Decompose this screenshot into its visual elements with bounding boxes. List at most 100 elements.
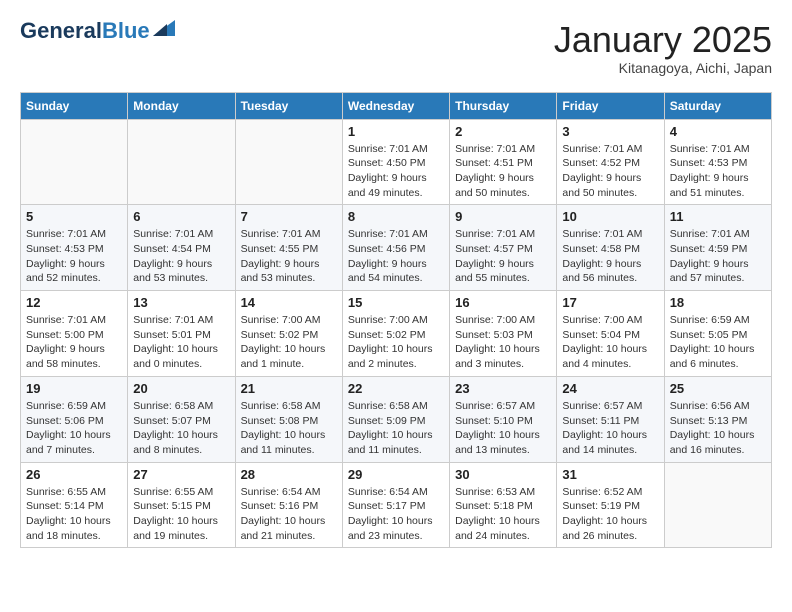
calendar-cell	[235, 119, 342, 205]
day-info: Sunrise: 7:01 AM Sunset: 5:00 PM Dayligh…	[26, 313, 122, 372]
calendar-cell: 10 Sunrise: 7:01 AM Sunset: 4:58 PM Dayli…	[557, 205, 664, 291]
day-info: Sunrise: 6:58 AM Sunset: 5:09 PM Dayligh…	[348, 399, 444, 458]
day-info: Sunrise: 7:01 AM Sunset: 4:56 PM Dayligh…	[348, 227, 444, 286]
calendar-header-row: SundayMondayTuesdayWednesdayThursdayFrid…	[21, 92, 772, 119]
day-number: 10	[562, 209, 658, 224]
day-number: 19	[26, 381, 122, 396]
day-info: Sunrise: 7:01 AM Sunset: 4:52 PM Dayligh…	[562, 142, 658, 201]
calendar-cell: 4 Sunrise: 7:01 AM Sunset: 4:53 PM Daylig…	[664, 119, 771, 205]
day-info: Sunrise: 7:00 AM Sunset: 5:04 PM Dayligh…	[562, 313, 658, 372]
day-info: Sunrise: 6:58 AM Sunset: 5:07 PM Dayligh…	[133, 399, 229, 458]
day-number: 8	[348, 209, 444, 224]
calendar-cell: 20 Sunrise: 6:58 AM Sunset: 5:07 PM Dayli…	[128, 376, 235, 462]
calendar-cell: 13 Sunrise: 7:01 AM Sunset: 5:01 PM Dayli…	[128, 291, 235, 377]
page-header: GeneralBlue January 2025 Kitanagoya, Aic…	[20, 20, 772, 76]
calendar-cell: 6 Sunrise: 7:01 AM Sunset: 4:54 PM Daylig…	[128, 205, 235, 291]
day-number: 3	[562, 124, 658, 139]
logo: GeneralBlue	[20, 20, 175, 42]
location-subtitle: Kitanagoya, Aichi, Japan	[554, 60, 772, 76]
calendar-cell: 21 Sunrise: 6:58 AM Sunset: 5:08 PM Dayli…	[235, 376, 342, 462]
day-number: 24	[562, 381, 658, 396]
day-info: Sunrise: 6:54 AM Sunset: 5:16 PM Dayligh…	[241, 485, 337, 544]
day-number: 22	[348, 381, 444, 396]
day-info: Sunrise: 7:01 AM Sunset: 5:01 PM Dayligh…	[133, 313, 229, 372]
day-number: 4	[670, 124, 766, 139]
day-info: Sunrise: 6:59 AM Sunset: 5:06 PM Dayligh…	[26, 399, 122, 458]
week-row-5: 26 Sunrise: 6:55 AM Sunset: 5:14 PM Dayli…	[21, 462, 772, 548]
day-info: Sunrise: 6:53 AM Sunset: 5:18 PM Dayligh…	[455, 485, 551, 544]
calendar-table: SundayMondayTuesdayWednesdayThursdayFrid…	[20, 92, 772, 549]
calendar-cell: 12 Sunrise: 7:01 AM Sunset: 5:00 PM Dayli…	[21, 291, 128, 377]
day-info: Sunrise: 7:00 AM Sunset: 5:02 PM Dayligh…	[348, 313, 444, 372]
calendar-cell: 2Sunrise: 7:01 AM Sunset: 4:51 PM Daylig…	[450, 119, 557, 205]
day-info: Sunrise: 7:00 AM Sunset: 5:03 PM Dayligh…	[455, 313, 551, 372]
day-number: 28	[241, 467, 337, 482]
day-number: 25	[670, 381, 766, 396]
day-info: Sunrise: 7:01 AM Sunset: 4:53 PM Dayligh…	[670, 142, 766, 201]
day-number: 26	[26, 467, 122, 482]
day-number: 18	[670, 295, 766, 310]
calendar-cell: 26 Sunrise: 6:55 AM Sunset: 5:14 PM Dayli…	[21, 462, 128, 548]
day-number: 7	[241, 209, 337, 224]
calendar-cell: 15Sunrise: 7:00 AM Sunset: 5:02 PM Dayli…	[342, 291, 449, 377]
calendar-cell: 5 Sunrise: 7:01 AM Sunset: 4:53 PM Daylig…	[21, 205, 128, 291]
day-number: 13	[133, 295, 229, 310]
day-number: 5	[26, 209, 122, 224]
day-number: 21	[241, 381, 337, 396]
day-number: 31	[562, 467, 658, 482]
day-number: 29	[348, 467, 444, 482]
header-tuesday: Tuesday	[235, 92, 342, 119]
calendar-cell: 11 Sunrise: 7:01 AM Sunset: 4:59 PM Dayli…	[664, 205, 771, 291]
calendar-cell	[128, 119, 235, 205]
calendar-cell	[21, 119, 128, 205]
day-number: 30	[455, 467, 551, 482]
calendar-cell: 7 Sunrise: 7:01 AM Sunset: 4:55 PM Daylig…	[235, 205, 342, 291]
day-info: Sunrise: 7:01 AM Sunset: 4:59 PM Dayligh…	[670, 227, 766, 286]
week-row-3: 12 Sunrise: 7:01 AM Sunset: 5:00 PM Dayli…	[21, 291, 772, 377]
logo-text: GeneralBlue	[20, 20, 150, 42]
header-saturday: Saturday	[664, 92, 771, 119]
calendar-cell: 19 Sunrise: 6:59 AM Sunset: 5:06 PM Dayli…	[21, 376, 128, 462]
day-info: Sunrise: 7:01 AM Sunset: 4:55 PM Dayligh…	[241, 227, 337, 286]
header-wednesday: Wednesday	[342, 92, 449, 119]
day-info: Sunrise: 7:00 AM Sunset: 5:02 PM Dayligh…	[241, 313, 337, 372]
header-sunday: Sunday	[21, 92, 128, 119]
calendar-cell	[664, 462, 771, 548]
header-monday: Monday	[128, 92, 235, 119]
calendar-cell: 16Sunrise: 7:00 AM Sunset: 5:03 PM Dayli…	[450, 291, 557, 377]
day-info: Sunrise: 6:57 AM Sunset: 5:10 PM Dayligh…	[455, 399, 551, 458]
calendar-cell: 24Sunrise: 6:57 AM Sunset: 5:11 PM Dayli…	[557, 376, 664, 462]
day-number: 11	[670, 209, 766, 224]
day-number: 2	[455, 124, 551, 139]
day-number: 17	[562, 295, 658, 310]
logo-icon	[153, 20, 175, 36]
calendar-cell: 1Sunrise: 7:01 AM Sunset: 4:50 PM Daylig…	[342, 119, 449, 205]
calendar-cell: 25 Sunrise: 6:56 AM Sunset: 5:13 PM Dayli…	[664, 376, 771, 462]
day-number: 12	[26, 295, 122, 310]
calendar-cell: 8 Sunrise: 7:01 AM Sunset: 4:56 PM Daylig…	[342, 205, 449, 291]
day-info: Sunrise: 7:01 AM Sunset: 4:58 PM Dayligh…	[562, 227, 658, 286]
header-thursday: Thursday	[450, 92, 557, 119]
day-info: Sunrise: 7:01 AM Sunset: 4:57 PM Dayligh…	[455, 227, 551, 286]
day-number: 23	[455, 381, 551, 396]
calendar-cell: 18Sunrise: 6:59 AM Sunset: 5:05 PM Dayli…	[664, 291, 771, 377]
day-info: Sunrise: 6:52 AM Sunset: 5:19 PM Dayligh…	[562, 485, 658, 544]
day-info: Sunrise: 6:56 AM Sunset: 5:13 PM Dayligh…	[670, 399, 766, 458]
calendar-cell: 28 Sunrise: 6:54 AM Sunset: 5:16 PM Dayli…	[235, 462, 342, 548]
calendar-cell: 23 Sunrise: 6:57 AM Sunset: 5:10 PM Dayli…	[450, 376, 557, 462]
calendar-cell: 27Sunrise: 6:55 AM Sunset: 5:15 PM Dayli…	[128, 462, 235, 548]
calendar-cell: 22 Sunrise: 6:58 AM Sunset: 5:09 PM Dayli…	[342, 376, 449, 462]
day-number: 6	[133, 209, 229, 224]
day-info: Sunrise: 7:01 AM Sunset: 4:54 PM Dayligh…	[133, 227, 229, 286]
calendar-cell: 17 Sunrise: 7:00 AM Sunset: 5:04 PM Dayli…	[557, 291, 664, 377]
day-info: Sunrise: 6:58 AM Sunset: 5:08 PM Dayligh…	[241, 399, 337, 458]
calendar-cell: 9Sunrise: 7:01 AM Sunset: 4:57 PM Daylig…	[450, 205, 557, 291]
calendar-cell: 29Sunrise: 6:54 AM Sunset: 5:17 PM Dayli…	[342, 462, 449, 548]
calendar-cell: 30 Sunrise: 6:53 AM Sunset: 5:18 PM Dayli…	[450, 462, 557, 548]
day-number: 20	[133, 381, 229, 396]
day-info: Sunrise: 7:01 AM Sunset: 4:53 PM Dayligh…	[26, 227, 122, 286]
calendar-cell: 31 Sunrise: 6:52 AM Sunset: 5:19 PM Dayli…	[557, 462, 664, 548]
day-info: Sunrise: 6:55 AM Sunset: 5:14 PM Dayligh…	[26, 485, 122, 544]
week-row-2: 5 Sunrise: 7:01 AM Sunset: 4:53 PM Daylig…	[21, 205, 772, 291]
week-row-4: 19 Sunrise: 6:59 AM Sunset: 5:06 PM Dayli…	[21, 376, 772, 462]
